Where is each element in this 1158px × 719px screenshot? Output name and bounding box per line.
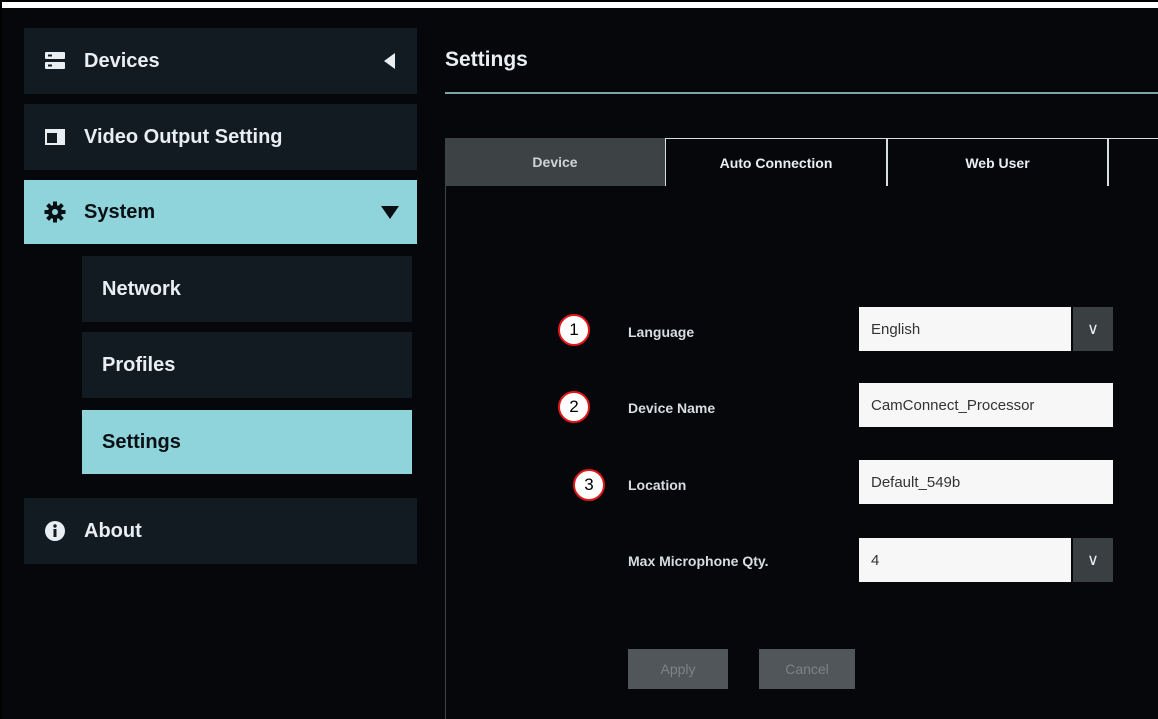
tab-label: Auto Connection <box>719 154 833 171</box>
tab-more[interactable] <box>1108 138 1158 186</box>
tab-panel-device: 1 Language English ∨ 2 Device Name CamCo… <box>445 186 1158 719</box>
sidebar-item-label: Profiles <box>102 353 176 376</box>
page-title: Settings <box>445 48 528 71</box>
sidebar-item-label: Video Output Setting <box>84 125 283 148</box>
apply-button[interactable]: Apply <box>628 649 728 689</box>
language-select[interactable]: English <box>859 307 1071 351</box>
sidebar-item-label: Devices <box>84 49 160 72</box>
sidebar-item-network[interactable]: Network <box>82 256 412 322</box>
title-divider <box>445 92 1158 94</box>
location-input[interactable]: Default_549b <box>859 460 1113 504</box>
location-label: Location <box>628 477 687 493</box>
sidebar-item-label: Settings <box>102 430 181 453</box>
sidebar-item-about[interactable]: About <box>24 498 417 564</box>
info-icon <box>44 520 66 542</box>
tab-web-user[interactable]: Web User <box>887 138 1108 186</box>
tab-device[interactable]: Device <box>445 138 665 186</box>
main-content: Settings Device Auto Connection Web User… <box>427 8 1158 719</box>
tab-label: Device <box>532 154 578 170</box>
chevron-down-icon[interactable]: ∨ <box>1073 538 1113 582</box>
tab-auto-connection[interactable]: Auto Connection <box>665 138 887 186</box>
sidebar-item-devices[interactable]: Devices <box>24 28 417 94</box>
device-name-input[interactable]: CamConnect_Processor <box>859 383 1113 427</box>
callout-badge-1: 1 <box>558 314 590 346</box>
sidebar-item-label: System <box>84 200 156 223</box>
max-microphone-label: Max Microphone Qty. <box>628 553 769 569</box>
sidebar-item-label: About <box>84 519 142 542</box>
monitor-icon <box>44 126 66 148</box>
gear-icon <box>44 201 66 223</box>
sidebar-item-label: Network <box>102 277 181 300</box>
language-label: Language <box>628 324 695 340</box>
sidebar-item-system[interactable]: System <box>24 180 417 244</box>
tab-label: Web User <box>965 154 1030 171</box>
sidebar-item-settings[interactable]: Settings <box>82 410 412 474</box>
collapse-arrow-icon <box>384 53 395 69</box>
tab-bar: Device Auto Connection Web User <box>445 138 1158 186</box>
callout-badge-3: 3 <box>573 469 605 501</box>
sidebar-item-video-output[interactable]: Video Output Setting <box>24 104 417 170</box>
callout-badge-2: 2 <box>558 391 590 423</box>
device-name-label: Device Name <box>628 400 716 416</box>
cancel-button[interactable]: Cancel <box>759 649 855 689</box>
chevron-down-icon[interactable]: ∨ <box>1073 307 1113 351</box>
sidebar: Devices Video Output Setting System Netw… <box>2 8 427 719</box>
sidebar-item-profiles[interactable]: Profiles <box>82 332 412 398</box>
server-icon <box>44 50 66 72</box>
max-microphone-select[interactable]: 4 <box>859 538 1071 582</box>
expand-arrow-icon <box>381 206 399 219</box>
